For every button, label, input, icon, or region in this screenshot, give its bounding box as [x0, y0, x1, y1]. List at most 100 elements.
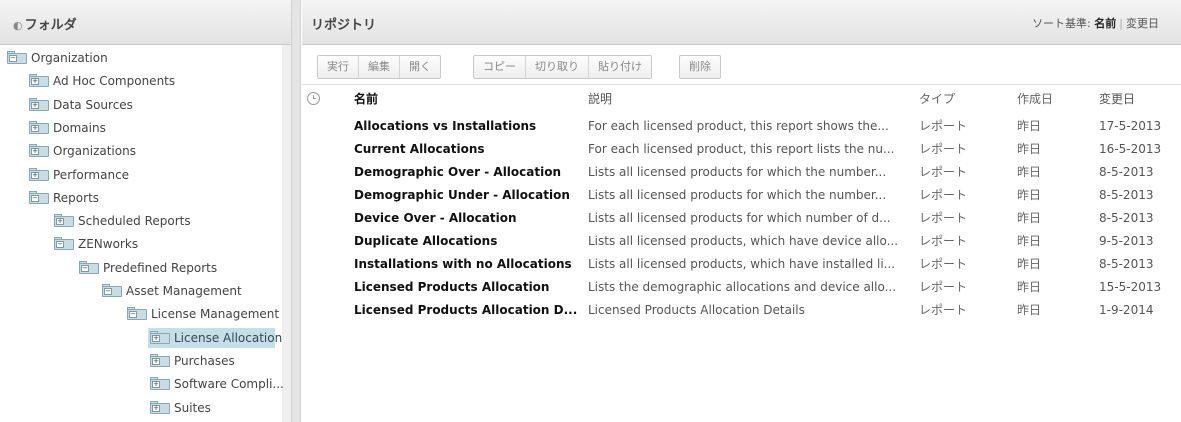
clock-icon[interactable]: [307, 92, 320, 105]
folder-open-icon[interactable]: −: [79, 260, 99, 274]
collapse-panel-icon[interactable]: ◐: [13, 19, 23, 32]
tree-node[interactable]: − License Management: [125, 304, 279, 324]
tree-node[interactable]: + Suites: [148, 398, 211, 418]
toolbar-group-clipboard: コピー 切り取り 貼り付け: [473, 55, 652, 79]
repository-title: リポジトリ: [311, 18, 377, 33]
column-header-created[interactable]: 作成日: [1017, 85, 1097, 113]
folder-closed-icon[interactable]: +: [29, 120, 49, 134]
tree-node[interactable]: + Scheduled Reports: [52, 211, 191, 231]
sort-options: ソート基準: 名前 | 変更日: [1032, 17, 1159, 30]
row-description: For each licensed product, this report l…: [588, 142, 895, 156]
tree-node[interactable]: + Purchases: [148, 351, 235, 371]
edit-button[interactable]: 編集: [359, 56, 400, 78]
tree-node[interactable]: + Performance: [27, 165, 129, 185]
row-name: Device Over - Allocation: [354, 211, 517, 225]
folder-open-icon[interactable]: −: [29, 190, 49, 204]
tree-node-label: Organization: [31, 51, 108, 65]
row-description: For each licensed product, this report s…: [588, 119, 889, 133]
tree-node-label: ZENworks: [78, 237, 139, 252]
folder-closed-icon[interactable]: +: [150, 353, 170, 367]
row-name: Licensed Products Allocation: [354, 280, 550, 294]
tree-node[interactable]: − Reports: [27, 188, 99, 208]
row-name: Demographic Over - Allocation: [354, 165, 562, 179]
paste-button[interactable]: 貼り付け: [589, 56, 651, 78]
folder-open-icon[interactable]: −: [54, 237, 74, 251]
repository-panel-header: リポジトリ ソート基準: 名前 | 変更日: [302, 0, 1181, 45]
folder-closed-icon[interactable]: +: [29, 97, 49, 111]
table-row[interactable]: Demographic Over - Allocation Lists all l…: [302, 161, 1181, 184]
toolbar-group-delete: 削除: [679, 55, 721, 79]
row-modified: 17-5-2013: [1099, 119, 1162, 133]
row-name: Licensed Products Allocation D...: [354, 303, 578, 317]
row-type: レポート: [919, 142, 968, 156]
tree-node[interactable]: + Organizations: [27, 141, 136, 161]
tree-node[interactable]: + License Allocation: [148, 327, 282, 348]
folder-tree-scrollbar[interactable]: [282, 45, 291, 422]
tree-node[interactable]: + Ad Hoc Components: [27, 71, 175, 91]
tree-node-label: Software Compli...: [174, 377, 284, 392]
row-modified: 16-5-2013: [1099, 142, 1162, 156]
folder-closed-icon[interactable]: +: [29, 167, 49, 181]
tree-node[interactable]: − Predefined Reports: [77, 258, 217, 278]
row-created: 昨日: [1017, 280, 1042, 294]
panel-splitter[interactable]: [291, 0, 301, 422]
column-header-name[interactable]: 名前: [354, 85, 579, 113]
folder-closed-icon[interactable]: +: [150, 377, 170, 391]
tree-node[interactable]: + Domains: [27, 118, 106, 138]
delete-button[interactable]: 削除: [680, 56, 720, 78]
table-row[interactable]: Allocations vs Installations For each lic…: [302, 115, 1181, 138]
sort-by-name[interactable]: 名前: [1094, 17, 1116, 30]
tree-node[interactable]: − Organization: [5, 48, 108, 68]
folder-closed-icon[interactable]: +: [150, 330, 170, 344]
sort-by-modified[interactable]: 変更日: [1126, 17, 1159, 30]
table-row[interactable]: Licensed Products Allocation D... License…: [302, 299, 1181, 322]
row-created: 昨日: [1017, 119, 1042, 133]
folder-open-icon[interactable]: −: [7, 51, 27, 64]
table-row[interactable]: Current Allocations For each licensed pro…: [302, 138, 1181, 161]
tree-node-label: Purchases: [174, 353, 235, 368]
row-name: Allocations vs Installations: [354, 119, 537, 133]
folder-closed-icon[interactable]: +: [54, 214, 74, 228]
tree-node-label: Suites: [174, 400, 211, 415]
folder-open-icon[interactable]: −: [102, 284, 122, 297]
row-description: Lists all licensed products for which th…: [588, 188, 887, 202]
folder-closed-icon[interactable]: +: [29, 144, 49, 158]
column-header-modified[interactable]: 変更日: [1099, 85, 1179, 113]
table-row[interactable]: Installations with no Allocations Lists a…: [302, 253, 1181, 276]
row-type: レポート: [919, 119, 968, 133]
row-description: Lists all licensed products for which nu…: [588, 211, 891, 225]
folders-panel-header: ◐ フォルダ: [0, 0, 291, 45]
folder-closed-icon[interactable]: +: [29, 74, 49, 88]
row-created: 昨日: [1017, 165, 1042, 179]
row-created: 昨日: [1017, 188, 1042, 202]
tree-node-label: Data Sources: [53, 97, 133, 112]
run-button[interactable]: 実行: [318, 56, 359, 78]
column-header-description[interactable]: 説明: [588, 85, 898, 113]
tree-node-label: Organizations: [53, 144, 136, 159]
table-row[interactable]: Device Over - Allocation Lists all licens…: [302, 207, 1181, 230]
tree-node[interactable]: − ZENworks: [52, 234, 138, 254]
tree-node[interactable]: − Asset Management: [100, 281, 242, 301]
folder-open-icon[interactable]: −: [127, 307, 147, 321]
row-modified: 15-5-2013: [1099, 280, 1162, 294]
row-type: レポート: [919, 280, 968, 294]
cut-button[interactable]: 切り取り: [526, 56, 589, 78]
tree-node[interactable]: + Data Sources: [27, 95, 133, 115]
row-name: Current Allocations: [354, 142, 485, 156]
repository-list: 名前 説明 タイプ 作成日 変更日 Allocations vs Install…: [302, 85, 1181, 422]
tree-node-label: Reports: [53, 190, 100, 205]
row-created: 昨日: [1017, 303, 1042, 317]
tree-node[interactable]: + Software Compli...: [148, 374, 284, 394]
column-header-type[interactable]: タイプ: [919, 85, 999, 113]
copy-button[interactable]: コピー: [474, 56, 526, 78]
row-type: レポート: [919, 188, 968, 202]
tree-node-label: Asset Management: [126, 284, 242, 298]
folder-closed-icon[interactable]: +: [150, 400, 170, 414]
row-modified: 8-5-2013: [1099, 188, 1154, 202]
open-button[interactable]: 開く: [400, 56, 440, 78]
table-row[interactable]: Demographic Under - Allocation Lists all …: [302, 184, 1181, 207]
repository-toolbar: 実行 編集 開く コピー 切り取り 貼り付け 削除: [302, 45, 1181, 85]
table-row[interactable]: Licensed Products Allocation Lists the de…: [302, 276, 1181, 299]
list-header-row: 名前 説明 タイプ 作成日 変更日: [302, 85, 1181, 113]
table-row[interactable]: Duplicate Allocations Lists all licensed …: [302, 230, 1181, 253]
